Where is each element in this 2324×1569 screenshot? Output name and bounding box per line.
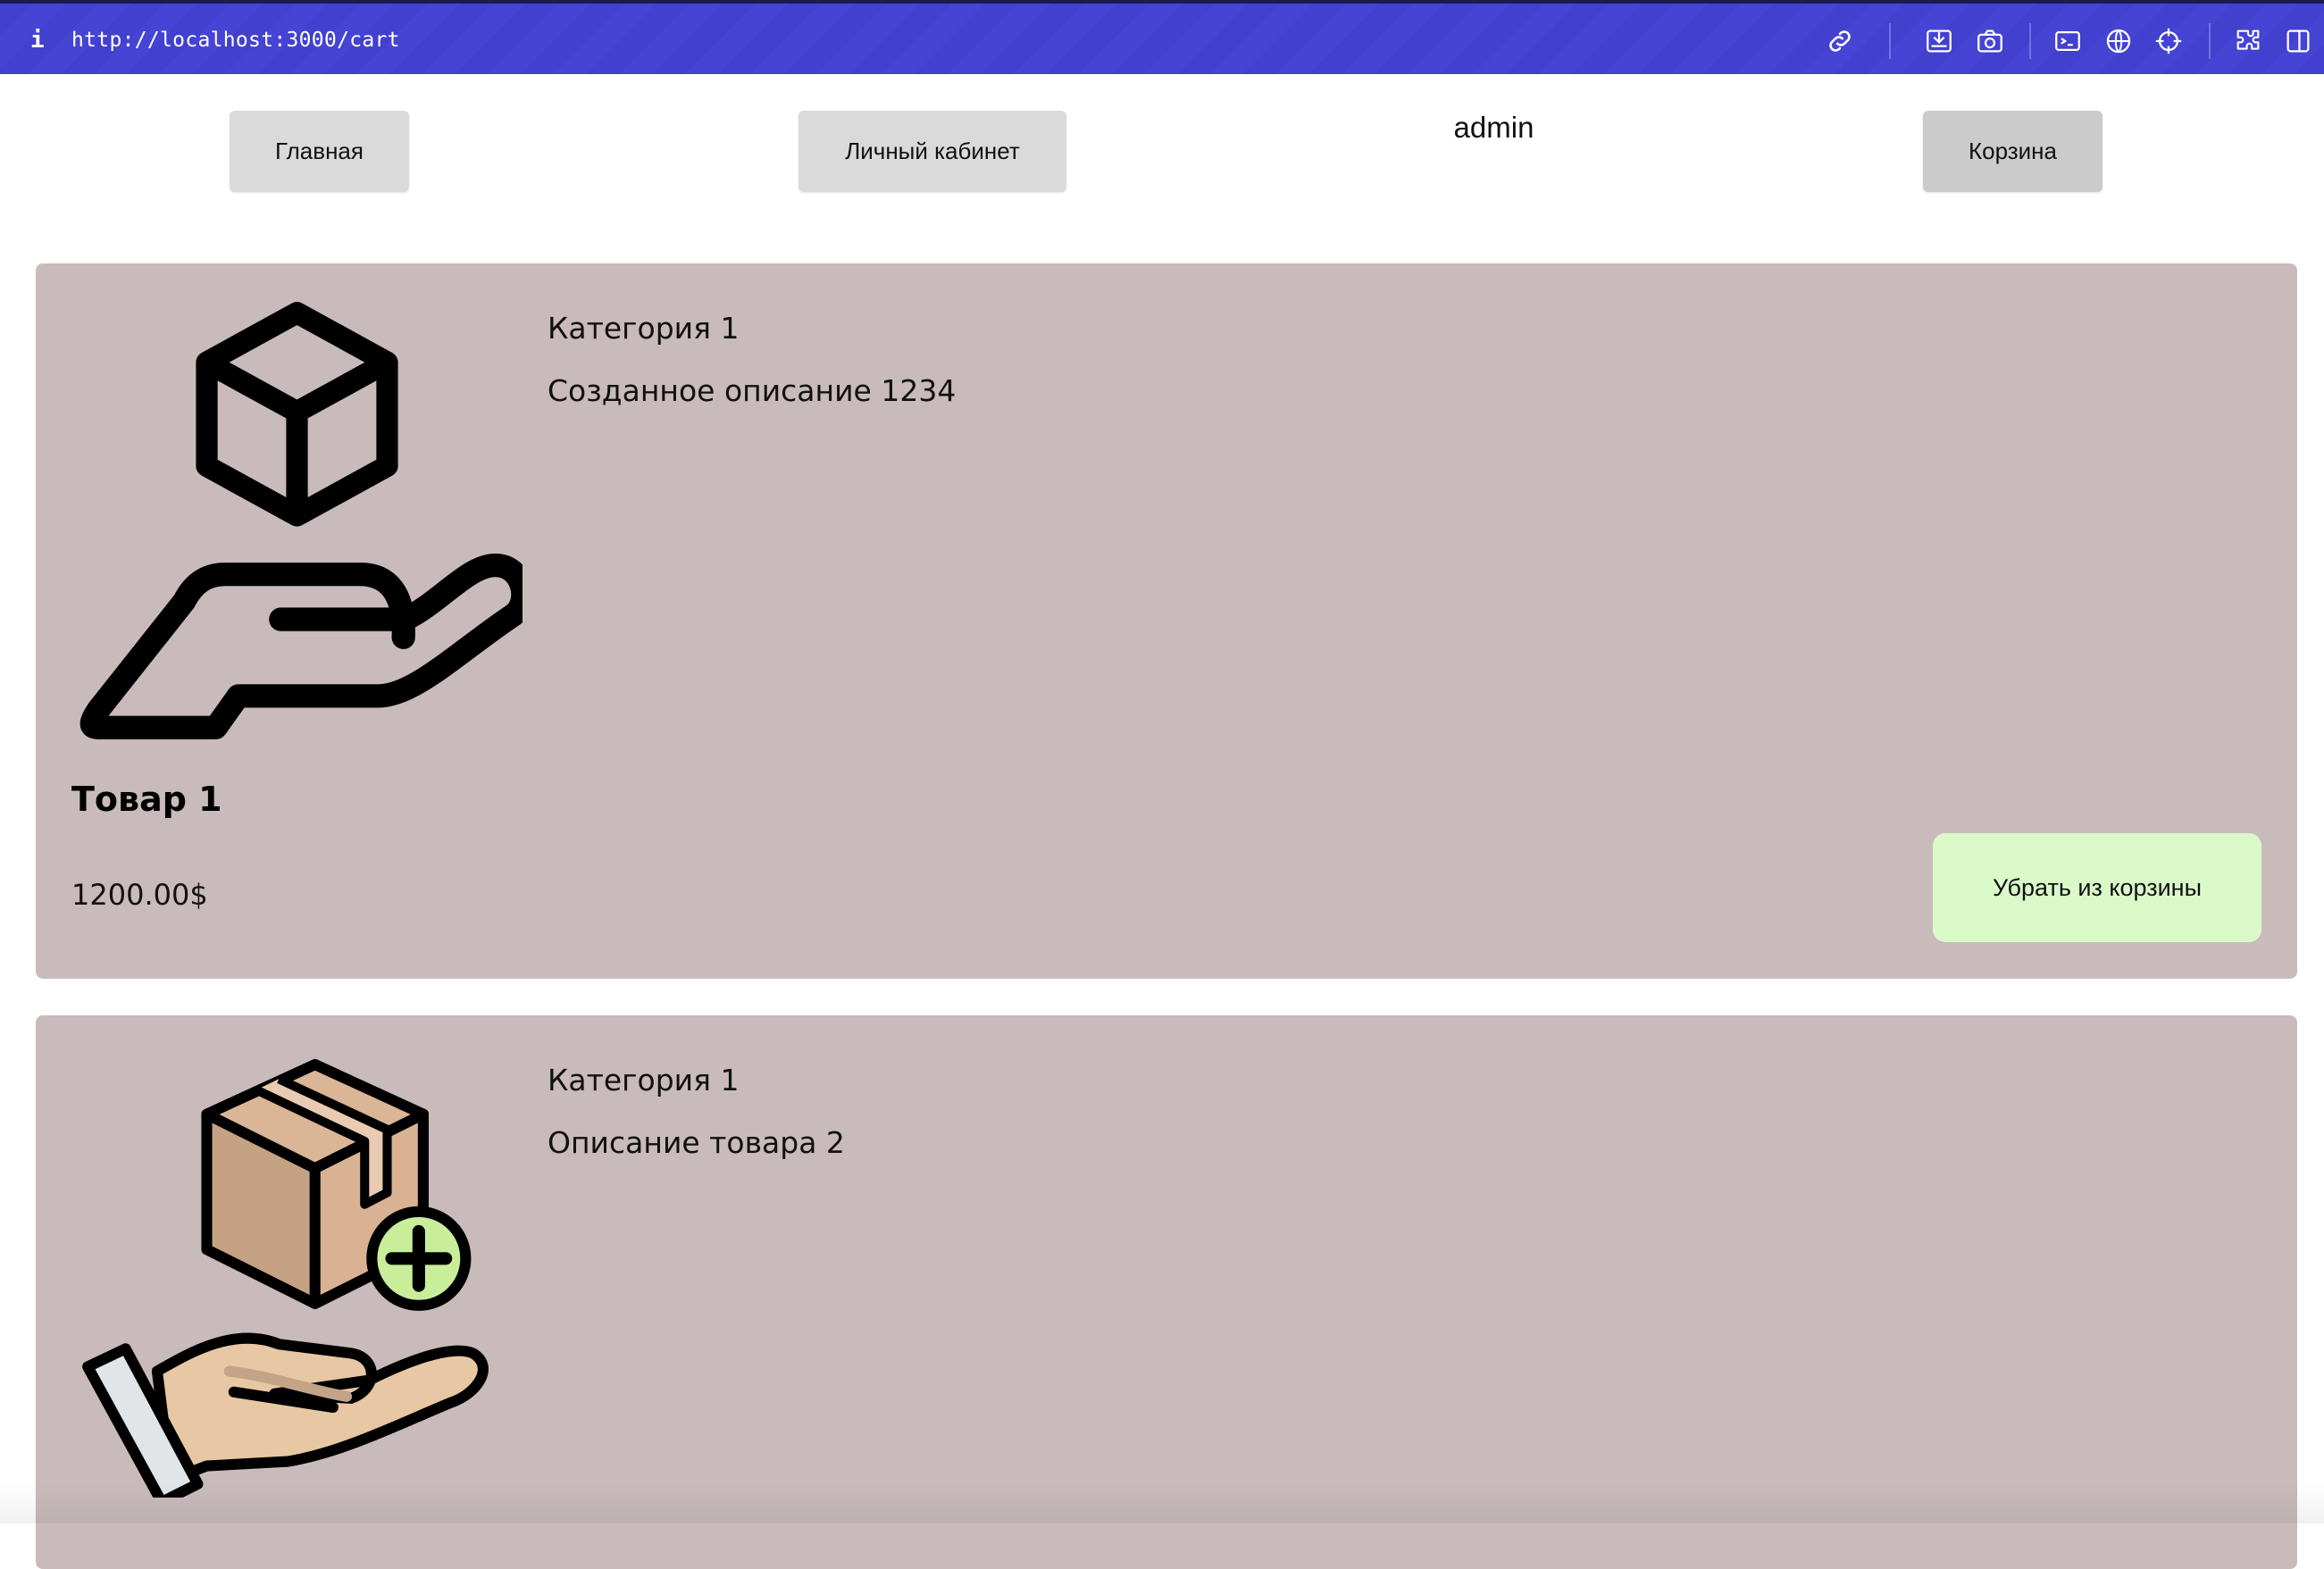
info-icon[interactable]: i xyxy=(30,27,45,54)
extensions-icon[interactable] xyxy=(2233,26,2263,56)
camera-icon[interactable] xyxy=(1975,26,2005,56)
link-icon[interactable] xyxy=(1825,26,1855,56)
url-bar[interactable]: http://localhost:3000/cart xyxy=(71,29,400,52)
toolbar-divider xyxy=(2029,23,2031,59)
toolbar-divider xyxy=(1889,23,1891,59)
item-price: 1200.00$ xyxy=(71,878,208,912)
nav-home-button[interactable]: Главная xyxy=(230,111,409,192)
save-icon[interactable] xyxy=(1924,26,1954,56)
hand-box-outline-icon xyxy=(79,302,522,739)
terminal-icon[interactable] xyxy=(2052,26,2083,56)
nav-account-button[interactable]: Личный кабинет xyxy=(798,111,1066,192)
hand-box-add-icon xyxy=(82,1059,489,1498)
item-category: Категория 1 xyxy=(548,311,740,346)
cart-item-card: Категория 1 Описание товара 2 xyxy=(36,1015,2297,1569)
item-title: Товар 1 xyxy=(71,780,222,819)
sidebar-icon[interactable] xyxy=(2283,26,2313,56)
item-category: Категория 1 xyxy=(548,1063,740,1097)
nav-cart-button[interactable]: Корзина xyxy=(1923,111,2102,192)
crosshair-icon[interactable] xyxy=(2153,26,2184,56)
username-label: admin xyxy=(1453,111,1534,144)
item-description: Описание товара 2 xyxy=(548,1125,845,1160)
globe-icon[interactable] xyxy=(2103,26,2134,56)
browser-toolbar: i http://localhost:3000/cart xyxy=(0,0,2324,74)
item-description: Созданное описание 1234 xyxy=(548,373,957,408)
cart-item-card: Категория 1 Созданное описание 1234 Това… xyxy=(36,263,2297,979)
remove-from-cart-button[interactable]: Убрать из корзины xyxy=(1933,833,2261,942)
toolbar-divider xyxy=(2209,23,2211,59)
